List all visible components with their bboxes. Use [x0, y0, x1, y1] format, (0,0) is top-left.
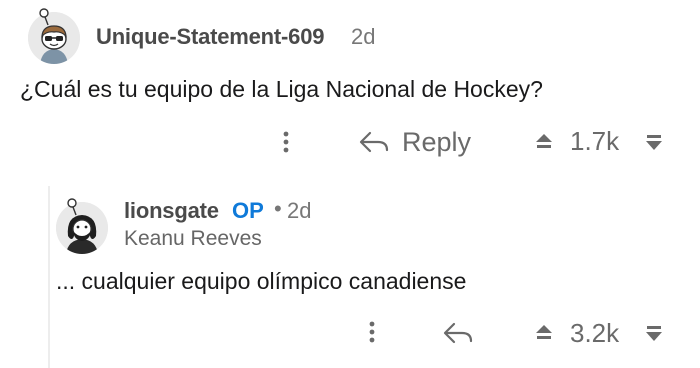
reply-button[interactable]	[442, 318, 474, 348]
reply-label: Reply	[402, 126, 472, 157]
upvote-button[interactable]	[534, 323, 554, 343]
more-vertical-icon	[369, 321, 375, 343]
username[interactable]: lionsgate	[124, 198, 219, 224]
meta-separator: •	[274, 196, 282, 221]
vote-score: 3.2k	[570, 318, 620, 348]
downvote-button[interactable]	[644, 132, 664, 152]
comment-reply: lionsgate OP • 2d Keanu Reeves ... cualq…	[0, 180, 700, 368]
username[interactable]: Unique-Statement-609	[96, 24, 324, 50]
more-vertical-icon	[283, 131, 289, 153]
comment-body: ¿Cuál es tu equipo de la Liga Nacional d…	[20, 76, 543, 102]
reply-button[interactable]: Reply	[358, 124, 471, 160]
more-options-button[interactable]	[276, 128, 296, 156]
op-badge: OP	[232, 198, 264, 223]
user-flair: Keanu Reeves	[124, 227, 262, 250]
reply-arrow-icon	[359, 131, 389, 153]
comment-age: 2d	[287, 198, 312, 223]
comment-body: ... cualquier equipo olímpico canadiense	[56, 268, 467, 294]
upvote-arrow-icon	[536, 134, 552, 148]
downvote-arrow-icon	[646, 135, 662, 150]
vote-score: 1.7k	[570, 126, 620, 156]
antenna-icon	[39, 8, 49, 26]
upvote-arrow-icon	[536, 325, 552, 339]
comment-top-level: Unique-Statement-609 2d ¿Cuál es tu equi…	[0, 0, 700, 180]
upvote-button[interactable]	[534, 132, 554, 152]
downvote-arrow-icon	[646, 326, 662, 341]
reply-arrow-icon	[443, 322, 473, 344]
comment-age: 2d	[351, 24, 376, 49]
more-options-button[interactable]	[362, 318, 382, 346]
antenna-icon	[67, 198, 77, 216]
downvote-button[interactable]	[644, 323, 664, 343]
